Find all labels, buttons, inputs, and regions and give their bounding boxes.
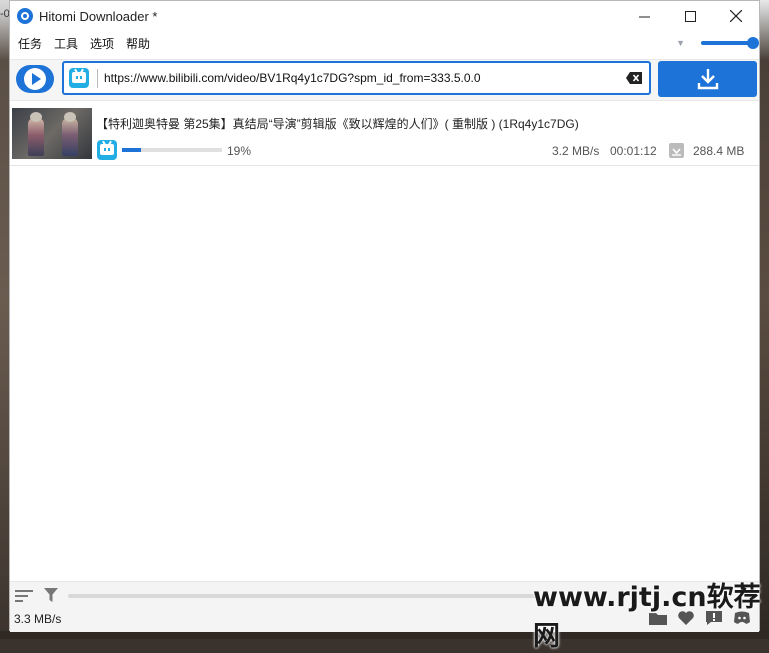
total-speed: 3.3 MB/s bbox=[14, 612, 62, 626]
window-title: Hitomi Downloader * bbox=[39, 8, 158, 24]
close-button[interactable] bbox=[713, 1, 759, 31]
minimize-icon bbox=[638, 16, 650, 17]
menu-bar: 任务 工具 选项 帮助 bbox=[10, 33, 154, 53]
task-speed: 3.2 MB/s bbox=[552, 144, 600, 158]
menu-tasks[interactable]: 任务 bbox=[18, 35, 42, 52]
url-toolbar: https://www.bilibili.com/video/BV1Rq4y1c… bbox=[10, 59, 759, 101]
menu-help[interactable]: 帮助 bbox=[126, 35, 150, 52]
video-thumbnail bbox=[12, 108, 92, 159]
play-icon bbox=[24, 68, 46, 90]
filter-icon[interactable] bbox=[44, 588, 58, 602]
url-text[interactable]: https://www.bilibili.com/video/BV1Rq4y1c… bbox=[104, 71, 481, 85]
volume-slider[interactable] bbox=[701, 37, 759, 49]
maximize-icon bbox=[684, 10, 696, 22]
bilibili-icon bbox=[69, 68, 89, 88]
maximize-button[interactable] bbox=[667, 1, 713, 31]
clear-icon[interactable] bbox=[626, 72, 642, 84]
hitomi-app-icon bbox=[17, 8, 33, 24]
chevron-down-icon[interactable]: ▼ bbox=[676, 38, 685, 48]
menu-tools[interactable]: 工具 bbox=[54, 35, 78, 52]
desktop-background-right bbox=[760, 0, 769, 639]
slider-knob[interactable] bbox=[747, 37, 759, 49]
url-input[interactable]: https://www.bilibili.com/video/BV1Rq4y1c… bbox=[62, 61, 651, 95]
task-time: 00:01:12 bbox=[610, 144, 657, 158]
progress-fill bbox=[122, 148, 141, 152]
progress-percent: 19% bbox=[227, 144, 252, 158]
horizontal-scrollbar[interactable] bbox=[68, 594, 538, 598]
sort-icon[interactable] bbox=[15, 589, 33, 603]
app-window: Hitomi Downloader * 任务 工具 选项 帮助 ▼ https:… bbox=[9, 0, 760, 632]
task-row[interactable]: 【特利迦奥特曼 第25集】真结局“导演”剪辑版《致以辉煌的人们》( 重制版 ) … bbox=[10, 105, 759, 166]
task-size: 288.4 MB bbox=[693, 144, 745, 158]
download-icon bbox=[697, 69, 718, 90]
bilibili-icon bbox=[97, 140, 117, 160]
minimize-button[interactable] bbox=[621, 1, 667, 31]
task-title: 【特利迦奥特曼 第25集】真结局“导演”剪辑版《致以辉煌的人们》( 重制版 ) … bbox=[96, 117, 579, 131]
download-status-icon bbox=[669, 143, 684, 158]
download-button[interactable] bbox=[658, 61, 757, 97]
window-controls bbox=[621, 1, 759, 31]
menu-right-controls: ▼ bbox=[676, 33, 759, 53]
progress-bar bbox=[122, 148, 222, 152]
close-icon bbox=[730, 10, 742, 22]
url-divider bbox=[97, 69, 98, 88]
title-bar: Hitomi Downloader * bbox=[10, 1, 759, 31]
desktop-background-left bbox=[0, 0, 9, 639]
start-button[interactable] bbox=[16, 65, 54, 93]
watermark-text: www.rjtj.cn软荐网 bbox=[533, 582, 761, 652]
menu-options[interactable]: 选项 bbox=[90, 35, 114, 52]
